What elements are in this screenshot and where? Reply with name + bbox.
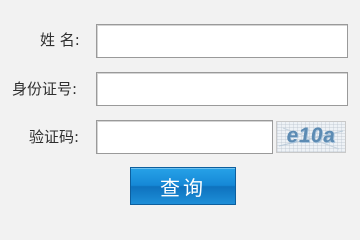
id-number-label: 身份证号: — [12, 80, 78, 98]
captcha-image-text: e10a — [285, 124, 338, 147]
captcha-input[interactable] — [96, 120, 273, 154]
id-number-input[interactable] — [96, 72, 348, 106]
name-label: 姓 名: — [40, 31, 80, 49]
captcha-image[interactable]: e10a — [276, 121, 346, 153]
name-input[interactable] — [96, 24, 348, 58]
captcha-label: 验证码: — [29, 128, 80, 146]
query-button[interactable]: 查询 — [130, 167, 236, 205]
